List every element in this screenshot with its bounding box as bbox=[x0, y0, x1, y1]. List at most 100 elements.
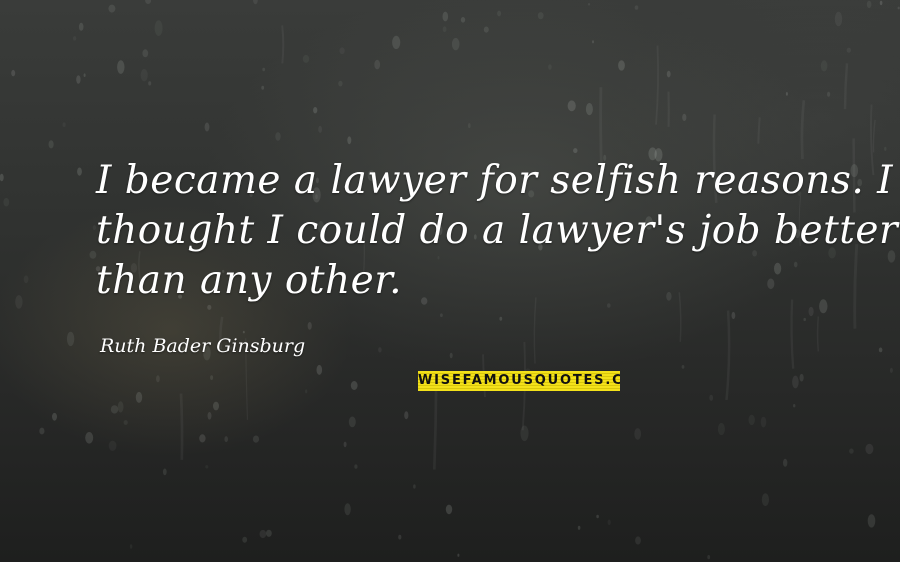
rain-drop bbox=[635, 536, 641, 545]
rain-drop bbox=[108, 4, 116, 13]
rain-drop bbox=[707, 555, 711, 560]
rain-drop bbox=[449, 352, 453, 359]
rain-drop bbox=[343, 441, 347, 448]
rain-drop bbox=[307, 322, 312, 330]
rain-drop bbox=[585, 103, 593, 116]
rain-drop bbox=[567, 100, 576, 112]
rain-drop bbox=[785, 92, 788, 96]
rain-streak bbox=[800, 100, 806, 160]
rain-drop bbox=[748, 414, 755, 426]
rain-drop bbox=[3, 197, 10, 207]
rain-drop bbox=[253, 0, 258, 5]
rain-drop bbox=[634, 5, 639, 10]
rain-drop bbox=[339, 47, 345, 55]
quote-line-2: thought I could do a lawyer's job better bbox=[96, 208, 899, 253]
rain-drop bbox=[275, 132, 281, 141]
rain-drop bbox=[548, 64, 552, 70]
watermark-logo: WISEFAMOUSQUOTES.COM bbox=[418, 371, 620, 391]
rain-streak bbox=[179, 393, 184, 460]
rain-drop bbox=[442, 11, 449, 22]
rain-drop bbox=[23, 275, 29, 284]
rain-drop bbox=[849, 448, 854, 454]
rain-streak bbox=[281, 25, 285, 64]
rain-drop bbox=[162, 468, 167, 476]
rain-drop bbox=[499, 316, 503, 321]
rain-drop bbox=[717, 422, 725, 436]
rain-drop bbox=[666, 291, 672, 301]
rain-drop bbox=[110, 405, 119, 414]
rain-drop bbox=[827, 91, 831, 97]
rain-drop bbox=[520, 425, 529, 442]
rain-drop bbox=[497, 10, 502, 17]
rain-drop bbox=[154, 20, 163, 36]
rain-drop bbox=[305, 389, 308, 394]
rain-drop bbox=[145, 0, 152, 4]
rain-drop bbox=[316, 364, 323, 375]
rain-drop bbox=[207, 412, 212, 420]
rain-drop bbox=[808, 306, 814, 317]
rain-drop bbox=[83, 73, 86, 77]
rain-drop bbox=[799, 373, 804, 382]
rain-drop bbox=[348, 416, 356, 428]
rain-drop bbox=[666, 70, 671, 78]
rain-drop bbox=[451, 37, 460, 51]
rain-drop bbox=[618, 60, 625, 71]
rain-drop bbox=[354, 464, 358, 469]
rain-drop bbox=[819, 299, 828, 314]
rain-streak bbox=[872, 119, 876, 153]
rain-drop bbox=[761, 493, 770, 506]
rain-drop bbox=[108, 440, 117, 451]
rain-drop bbox=[897, 6, 900, 10]
rain-drop bbox=[404, 411, 409, 420]
rain-drop bbox=[199, 434, 206, 443]
rain-drop bbox=[442, 26, 447, 33]
rain-drop bbox=[338, 80, 343, 87]
rain-drop bbox=[846, 47, 851, 53]
quote-line-3: than any other. bbox=[96, 258, 402, 303]
rain-drop bbox=[11, 69, 16, 77]
rain-drop bbox=[682, 113, 687, 121]
rain-drop bbox=[483, 26, 489, 33]
rain-drop bbox=[457, 553, 460, 557]
rain-drop bbox=[767, 278, 775, 290]
rain-streak bbox=[757, 117, 761, 144]
rain-drop bbox=[135, 391, 143, 403]
rain-drop bbox=[224, 436, 228, 443]
rain-drop bbox=[66, 331, 75, 347]
rain-drop bbox=[573, 148, 578, 154]
rain-drop bbox=[78, 22, 84, 31]
rain-drop bbox=[344, 503, 351, 516]
rain-drop bbox=[378, 347, 382, 353]
rain-drop bbox=[52, 412, 57, 421]
rain-drop bbox=[792, 375, 799, 389]
rain-drop bbox=[577, 525, 581, 530]
rain-drop bbox=[39, 427, 45, 435]
rain-drop bbox=[793, 404, 796, 408]
rain-drop bbox=[266, 529, 272, 537]
rain-drop bbox=[392, 35, 401, 50]
rain-drop bbox=[374, 59, 381, 70]
rain-drop bbox=[76, 75, 81, 84]
rain-drop bbox=[793, 261, 798, 268]
rain-drop bbox=[259, 529, 267, 539]
rain-drop bbox=[0, 173, 4, 182]
rain-drop bbox=[313, 107, 318, 114]
rain-drop bbox=[878, 347, 883, 353]
rain-streak bbox=[853, 244, 859, 329]
rain-drop bbox=[634, 428, 642, 440]
rain-drop bbox=[783, 458, 788, 467]
rain-drop bbox=[413, 484, 416, 489]
rain-drop bbox=[48, 140, 54, 149]
rain-drop bbox=[865, 443, 874, 455]
rain-drop bbox=[731, 311, 736, 320]
rain-drop bbox=[596, 514, 599, 519]
rain-drop bbox=[889, 367, 893, 373]
rain-drop bbox=[884, 146, 887, 151]
rain-drop bbox=[318, 125, 322, 133]
rain-drop bbox=[242, 330, 245, 334]
rain-drop bbox=[587, 3, 591, 6]
rain-drop bbox=[867, 514, 876, 528]
rain-streak bbox=[843, 63, 849, 110]
rain-drop bbox=[252, 435, 260, 443]
quote-image: I became a lawyer for selfish reasons. I… bbox=[0, 0, 900, 562]
